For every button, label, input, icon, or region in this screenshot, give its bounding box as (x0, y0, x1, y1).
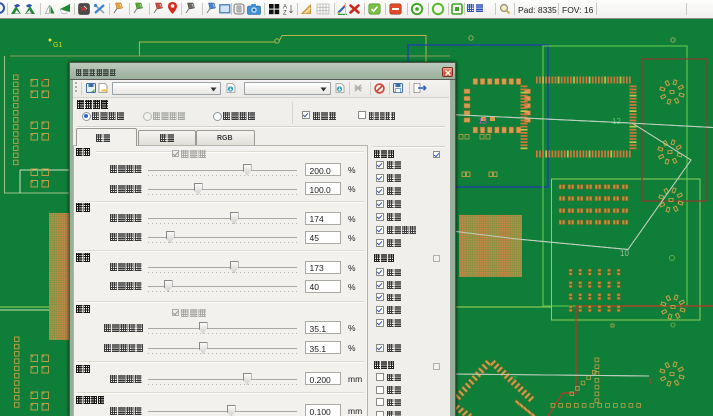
svg-text:13: 13 (478, 117, 487, 126)
svg-text:Z: Z (283, 11, 287, 16)
svg-text:10: 10 (620, 249, 629, 258)
svg-text:12: 12 (612, 117, 621, 126)
svg-text:G1: G1 (53, 42, 62, 49)
